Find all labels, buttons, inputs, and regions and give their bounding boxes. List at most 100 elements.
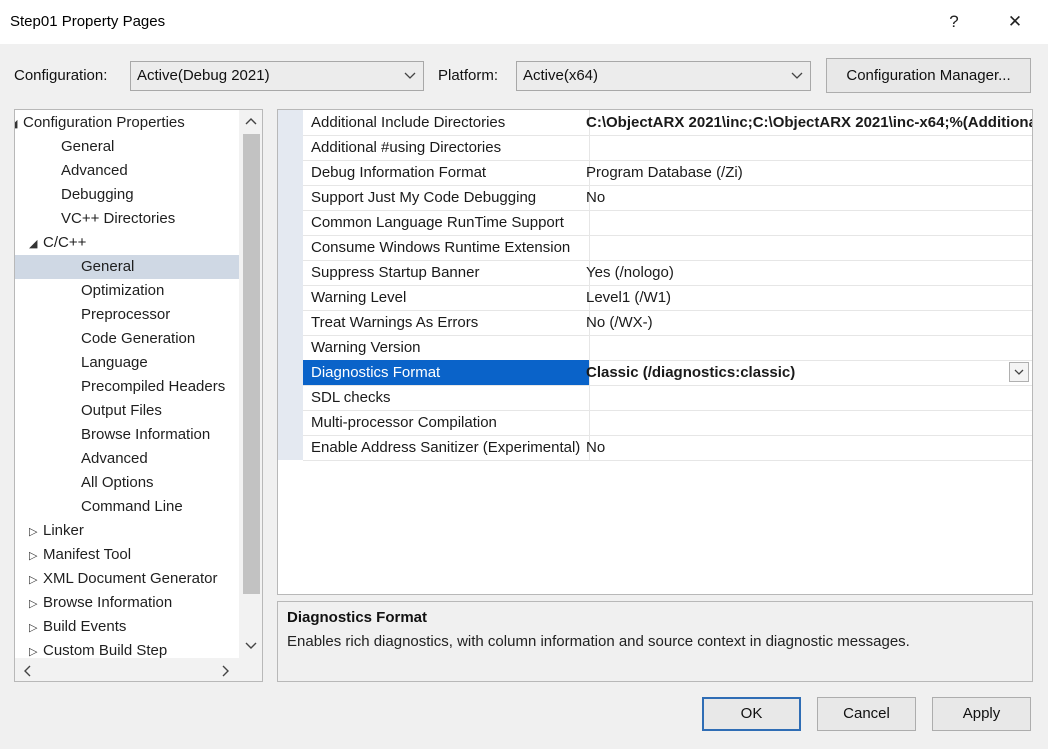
tree-item[interactable]: Output Files (15, 399, 162, 423)
value-dropdown-button[interactable] (1009, 362, 1029, 382)
tree-item[interactable]: Code Generation (15, 327, 195, 351)
help-button[interactable]: ? (936, 8, 972, 36)
tree-item[interactable]: Command Line (15, 495, 183, 519)
scroll-down-icon[interactable] (244, 640, 258, 652)
property-row[interactable]: Enable Address Sanitizer (Experimental) N… (303, 435, 1032, 461)
property-name: Common Language RunTime Support (303, 210, 590, 235)
property-row[interactable]: Warning Version (303, 335, 1032, 361)
property-row[interactable]: Common Language RunTime Support (303, 210, 1032, 236)
property-value[interactable]: No (582, 185, 1032, 210)
property-row[interactable]: Warning Level Level1 (/W1) (303, 285, 1032, 311)
tree-item[interactable]: ◢ C/C++ (15, 231, 86, 255)
tree-item[interactable]: Preprocessor (15, 303, 170, 327)
property-row[interactable]: Consume Windows Runtime Extension (303, 235, 1032, 261)
tree-item[interactable]: ◢Configuration Properties (15, 111, 185, 135)
tree-item-label: General (61, 138, 115, 155)
property-value[interactable]: Program Database (/Zi) (582, 160, 1032, 185)
tree-item[interactable]: Browse Information (15, 423, 210, 447)
property-row[interactable]: Treat Warnings As Errors No (/WX-) (303, 310, 1032, 336)
property-name: SDL checks (303, 385, 590, 410)
collapsed-triangle-icon[interactable]: ▷ (29, 616, 43, 640)
tree-item[interactable]: All Options (15, 471, 154, 495)
property-value[interactable] (582, 235, 1032, 260)
configuration-label: Configuration: (14, 67, 108, 84)
collapsed-triangle-icon[interactable]: ▷ (29, 544, 43, 568)
property-value[interactable] (582, 385, 1032, 410)
property-name: Additional #using Directories (303, 135, 590, 160)
property-row[interactable]: Support Just My Code Debugging No (303, 185, 1032, 211)
expanded-triangle-icon[interactable]: ◢ (29, 232, 43, 256)
close-button[interactable]: ✕ (997, 8, 1033, 36)
property-value[interactable]: No (/WX-) (582, 310, 1032, 335)
apply-button[interactable]: Apply (932, 697, 1031, 731)
property-value[interactable]: Yes (/nologo) (582, 260, 1032, 285)
cancel-button[interactable]: Cancel (817, 697, 916, 731)
tree-item[interactable]: ▷ Browse Information (15, 591, 172, 615)
property-row[interactable]: Additional #using Directories (303, 135, 1032, 161)
chevron-down-icon (791, 72, 803, 79)
tree-item-label: Build Events (43, 618, 127, 635)
tree-item[interactable]: General (15, 135, 114, 159)
property-row[interactable]: Debug Information Format Program Database… (303, 160, 1032, 186)
tree-horizontal-scrollbar[interactable] (15, 658, 262, 681)
expanded-triangle-icon[interactable]: ◢ (15, 112, 23, 136)
property-value[interactable] (582, 410, 1032, 435)
tree-item[interactable]: Language (15, 351, 148, 375)
tree-item-label: VC++ Directories (61, 210, 176, 227)
scroll-right-icon[interactable] (220, 664, 232, 678)
tree-item-label: Code Generation (81, 330, 196, 347)
grid-gutter (278, 110, 303, 460)
tree-item-label: Command Line (81, 498, 183, 515)
configuration-value: Active(Debug 2021) (137, 67, 270, 84)
property-name: Treat Warnings As Errors (303, 310, 590, 335)
collapsed-triangle-icon[interactable]: ▷ (29, 568, 43, 592)
chevron-down-icon (404, 72, 416, 79)
tree-item[interactable]: ▷ Build Events (15, 615, 126, 639)
scroll-up-icon[interactable] (244, 115, 258, 127)
property-value[interactable] (582, 210, 1032, 235)
tree-item[interactable]: ▷ XML Document Generator (15, 567, 218, 591)
tree-vertical-scrollbar[interactable] (239, 110, 262, 666)
tree-item-label: Debugging (61, 186, 134, 203)
scroll-left-icon[interactable] (21, 664, 33, 678)
property-value[interactable]: C:\ObjectARX 2021\inc;C:\ObjectARX 2021\… (582, 110, 1032, 135)
tree-item[interactable]: ▷ Manifest Tool (15, 543, 131, 567)
property-row[interactable]: Additional Include Directories C:\ObjectA… (303, 110, 1032, 136)
property-row[interactable]: SDL checks (303, 385, 1032, 411)
property-value[interactable]: Classic (/diagnostics:classic) (582, 360, 1032, 385)
property-tree: ◢Configuration PropertiesGeneralAdvanced… (14, 109, 263, 682)
window-title: Step01 Property Pages (10, 13, 166, 30)
tree-item[interactable]: Optimization (15, 279, 164, 303)
property-name: Multi-processor Compilation (303, 410, 590, 435)
tree-item-label: Precompiled Headers (81, 378, 226, 395)
configuration-dropdown[interactable]: Active(Debug 2021) (130, 61, 424, 91)
tree-scroll-thumb[interactable] (243, 134, 260, 594)
tree-item-label: Configuration Properties (23, 114, 185, 131)
collapsed-triangle-icon[interactable]: ▷ (29, 520, 43, 544)
platform-dropdown[interactable]: Active(x64) (516, 61, 811, 91)
tree-item[interactable]: Precompiled Headers (15, 375, 225, 399)
property-row[interactable]: Suppress Startup Banner Yes (/nologo) (303, 260, 1032, 286)
tree-item-label: Browse Information (43, 594, 173, 611)
tree-item[interactable]: General (15, 255, 262, 279)
ok-button[interactable]: OK (702, 697, 801, 731)
property-value[interactable] (582, 135, 1032, 160)
property-value[interactable]: No (582, 435, 1032, 460)
property-name: Warning Version (303, 335, 590, 360)
property-name: Consume Windows Runtime Extension (303, 235, 590, 260)
collapsed-triangle-icon[interactable]: ▷ (29, 592, 43, 616)
property-value[interactable]: Level1 (/W1) (582, 285, 1032, 310)
tree-item[interactable]: VC++ Directories (15, 207, 175, 231)
tree-item[interactable]: Advanced (15, 159, 128, 183)
property-value[interactable] (582, 335, 1032, 360)
property-name: Enable Address Sanitizer (Experimental) (303, 435, 590, 460)
tree-item-label: Browse Information (81, 426, 211, 443)
chevron-down-icon (1014, 369, 1024, 375)
tree-item[interactable]: Advanced (15, 447, 148, 471)
tree-item-label: Optimization (81, 282, 165, 299)
tree-item[interactable]: ▷ Linker (15, 519, 84, 543)
tree-item[interactable]: Debugging (15, 183, 134, 207)
configuration-manager-button[interactable]: Configuration Manager... (826, 58, 1031, 93)
property-row[interactable]: Diagnostics Format Classic (/diagnostics:… (303, 360, 1032, 386)
property-row[interactable]: Multi-processor Compilation (303, 410, 1032, 436)
